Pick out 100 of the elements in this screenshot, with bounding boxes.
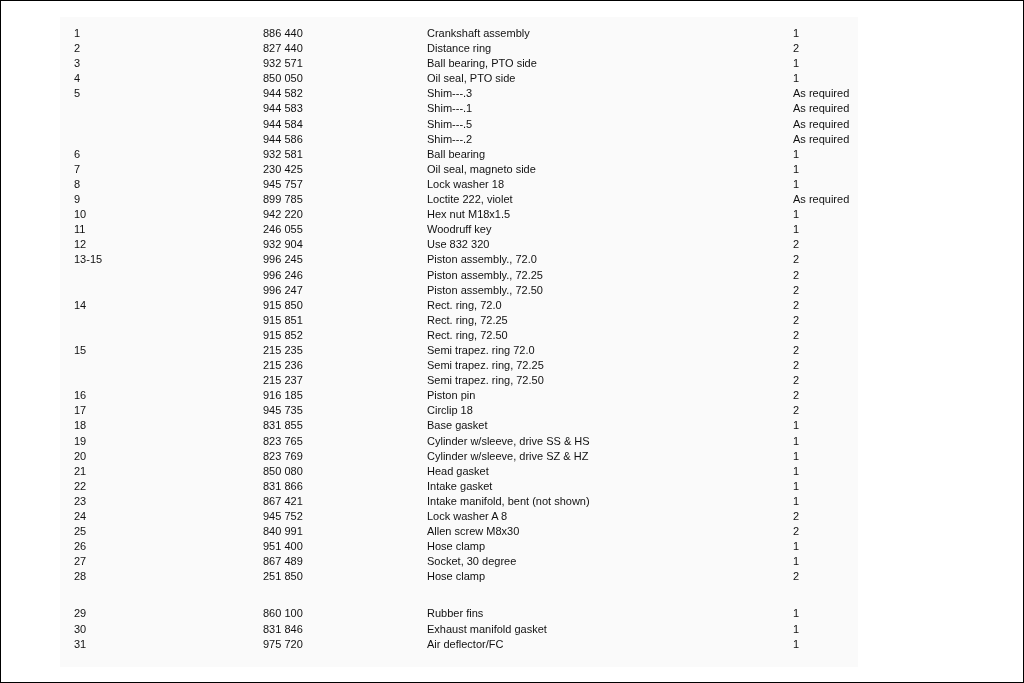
quantity: 2 <box>793 237 800 253</box>
part-description: Intake gasket <box>427 478 493 494</box>
quantity: 2 <box>793 388 800 404</box>
quantity: 2 <box>793 403 800 419</box>
item-number: 5 <box>74 86 81 102</box>
part-description: Rect. ring, 72.50 <box>427 327 508 343</box>
part-number: 944 584 <box>263 116 303 132</box>
part-number: 932 904 <box>263 237 303 253</box>
quantity: 2 <box>793 282 800 298</box>
item-number: 30 <box>74 621 87 637</box>
quantity: 1 <box>793 222 800 238</box>
item-number: 28 <box>74 569 87 585</box>
part-description: Oil seal, PTO side <box>427 71 516 87</box>
quantity: As required <box>793 131 850 147</box>
item-number: 1 <box>74 26 81 41</box>
part-number: 951 400 <box>263 539 303 555</box>
part-description: Circlip 18 <box>427 403 473 419</box>
quantity: 1 <box>793 176 800 192</box>
part-description: Distance ring <box>427 41 492 57</box>
part-number: 246 055 <box>263 222 303 238</box>
quantity: 2 <box>793 342 800 358</box>
item-number: 17 <box>74 403 87 419</box>
part-description: Rubber fins <box>427 606 484 622</box>
quantity: 1 <box>793 606 800 622</box>
part-number: 831 866 <box>263 478 303 494</box>
quantity: As required <box>793 101 850 117</box>
part-number: 850 080 <box>263 463 303 479</box>
part-description: Hose clamp <box>427 539 486 555</box>
part-description: Lock washer 18 <box>427 176 505 192</box>
item-number: 10 <box>74 207 87 223</box>
part-number: 831 846 <box>263 621 303 637</box>
quantity: 2 <box>793 509 800 524</box>
part-number: 996 247 <box>263 282 303 298</box>
item-number: 14 <box>74 297 87 313</box>
part-number: 915 850 <box>263 297 303 313</box>
part-number: 230 425 <box>263 161 303 177</box>
quantity: 1 <box>793 26 800 41</box>
quantity: 2 <box>793 267 800 283</box>
quantity: 1 <box>793 554 800 570</box>
part-number: 215 237 <box>263 373 303 389</box>
quantity: 1 <box>793 463 800 479</box>
part-description: Use 832 320 <box>427 237 490 253</box>
item-number: 18 <box>74 418 87 434</box>
quantity: 2 <box>793 373 800 389</box>
part-number: 932 571 <box>263 56 303 72</box>
quantity: 2 <box>793 252 800 268</box>
item-number: 4 <box>74 71 81 87</box>
part-number: 945 752 <box>263 509 303 524</box>
item-number: 11 <box>74 222 86 238</box>
part-number: 823 765 <box>263 433 303 449</box>
item-number: 26 <box>74 539 87 555</box>
part-number: 886 440 <box>263 26 303 41</box>
part-description: Exhaust manifold gasket <box>427 621 547 637</box>
quantity: As required <box>793 116 850 132</box>
item-number: 8 <box>74 176 81 192</box>
part-description: Ball bearing, PTO side <box>427 56 537 72</box>
part-description: Cylinder w/sleeve, drive SS & HS <box>427 433 590 449</box>
item-number: 21 <box>74 463 87 479</box>
part-number: 996 246 <box>263 267 303 283</box>
part-description: Base gasket <box>427 418 488 434</box>
quantity: 1 <box>793 621 800 637</box>
part-description: Oil seal, magneto side <box>427 161 536 177</box>
part-number: 945 757 <box>263 176 303 192</box>
quantity: 1 <box>793 636 800 652</box>
item-number: 6 <box>74 146 81 162</box>
part-number: 251 850 <box>263 569 303 585</box>
item-number: 3 <box>74 56 81 72</box>
part-number: 899 785 <box>263 192 303 208</box>
part-description: Intake manifold, bent (not shown) <box>427 493 590 509</box>
part-number: 944 582 <box>263 86 303 102</box>
part-description: Piston assembly., 72.25 <box>427 267 543 283</box>
part-description: Socket, 30 degree <box>427 554 517 570</box>
item-number: 20 <box>74 448 87 464</box>
part-number: 867 489 <box>263 554 303 570</box>
part-number: 215 236 <box>263 358 303 374</box>
part-description: Semi trapez. ring, 72.25 <box>427 358 544 374</box>
item-number: 23 <box>74 493 87 509</box>
part-description: Ball bearing <box>427 146 486 162</box>
quantity: As required <box>793 192 850 208</box>
part-description: Hose clamp <box>427 569 486 585</box>
quantity: 1 <box>793 161 800 177</box>
part-number: 916 185 <box>263 388 303 404</box>
item-number: 15 <box>74 342 87 358</box>
part-description: Shim---.1 <box>427 101 473 117</box>
quantity: 2 <box>793 327 800 343</box>
part-description: Hex nut M18x1.5 <box>427 207 511 223</box>
item-number: 25 <box>74 524 87 540</box>
part-description: Rect. ring, 72.0 <box>427 297 502 313</box>
quantity: 2 <box>793 569 800 585</box>
quantity: 1 <box>793 71 800 87</box>
part-description: Shim---.2 <box>427 131 473 147</box>
part-description: Allen screw M8x30 <box>427 524 520 540</box>
part-description: Shim---.3 <box>427 86 473 102</box>
part-description: Woodruff key <box>427 222 492 238</box>
quantity: 1 <box>793 146 800 162</box>
part-description: Piston pin <box>427 388 476 404</box>
part-number: 975 720 <box>263 636 303 652</box>
part-description: Semi trapez. ring 72.0 <box>427 342 535 358</box>
quantity: 2 <box>793 358 800 374</box>
quantity: 2 <box>793 41 800 57</box>
